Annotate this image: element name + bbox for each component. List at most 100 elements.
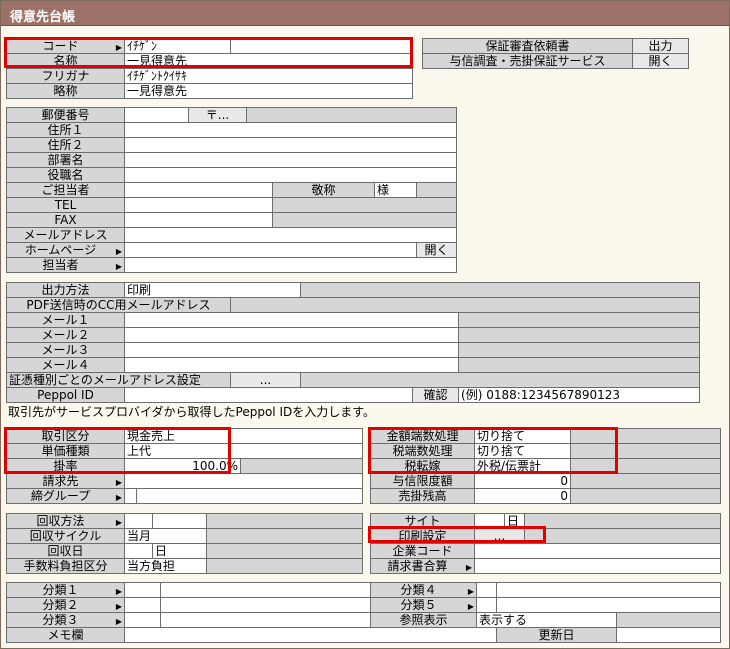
tel-filler bbox=[272, 197, 457, 213]
reference-display-field[interactable]: 表示する bbox=[476, 612, 617, 628]
postal-lookup-button[interactable]: 〒... bbox=[188, 107, 247, 123]
collection-cycle-field[interactable]: 当月 bbox=[124, 528, 207, 544]
amount-rounding-field[interactable]: 切り捨て bbox=[474, 428, 571, 444]
print-setting-label: 印刷設定 bbox=[370, 528, 475, 544]
peppol-confirm-button[interactable]: 確認 bbox=[412, 387, 460, 403]
tax-rounding-field[interactable]: 切り捨て bbox=[474, 443, 571, 459]
mail4-field[interactable] bbox=[123, 357, 460, 373]
receivable-balance-filler bbox=[570, 488, 721, 504]
contact-person-field[interactable] bbox=[124, 182, 273, 198]
mail4-filler bbox=[458, 357, 701, 373]
email-label: メールアドレス bbox=[6, 227, 125, 243]
classification5-label[interactable]: 分類５ ▶ bbox=[370, 597, 477, 613]
guarantee-output-button[interactable]: 出力 bbox=[632, 38, 689, 54]
site-input[interactable] bbox=[474, 513, 505, 529]
mail3-field[interactable] bbox=[123, 342, 460, 358]
trade-table: 取引区分 現金売上 単価種類 上代 掛率 100.0% 請求先 ▶ 締グループ ▶ bbox=[6, 428, 364, 504]
closing-group-code[interactable] bbox=[124, 488, 137, 504]
contact-person-label: ご担当者 bbox=[6, 182, 125, 198]
postal-filler bbox=[246, 107, 457, 123]
credit-limit-label: 与信限度額 bbox=[370, 473, 475, 489]
company-code-field[interactable] bbox=[474, 543, 721, 559]
print-setting-button[interactable]: ... bbox=[474, 528, 525, 544]
fax-field[interactable] bbox=[124, 212, 273, 228]
collection-method-code[interactable] bbox=[124, 513, 153, 529]
collection-day-filler bbox=[206, 543, 363, 559]
invoice-merge-label[interactable]: 請求書合算 ▶ bbox=[370, 558, 475, 574]
classification1-code[interactable] bbox=[124, 582, 161, 598]
rate-field[interactable]: 100.0% bbox=[124, 458, 241, 474]
fax-filler bbox=[272, 212, 457, 228]
closing-group-label[interactable]: 締グループ ▶ bbox=[6, 488, 125, 504]
print-setting-filler bbox=[524, 528, 721, 544]
code-extra-field[interactable] bbox=[230, 38, 413, 54]
credit-survey-open-button[interactable]: 開く bbox=[632, 53, 689, 69]
classification4-label[interactable]: 分類４ ▶ bbox=[370, 582, 477, 598]
address2-field[interactable] bbox=[124, 137, 457, 153]
tel-field[interactable] bbox=[124, 197, 273, 213]
classification4-code[interactable] bbox=[476, 582, 497, 598]
fee-burden-field[interactable]: 当方負担 bbox=[124, 558, 207, 574]
postal-code-field[interactable] bbox=[124, 107, 189, 123]
collection-day-input[interactable] bbox=[124, 543, 153, 559]
collection-method-label[interactable]: 回収方法 ▶ bbox=[6, 513, 125, 529]
classification4-field[interactable] bbox=[496, 582, 721, 598]
code-label[interactable]: コード ▶ bbox=[6, 38, 125, 54]
short-name-field[interactable]: 一見得意先 bbox=[124, 83, 413, 99]
collection-method-field[interactable] bbox=[152, 513, 207, 529]
mail4-label: メール４ bbox=[6, 357, 125, 373]
memo-field[interactable] bbox=[124, 627, 497, 643]
closing-group-field[interactable] bbox=[135, 488, 364, 504]
window-title: 得意先台帳 bbox=[1, 1, 729, 26]
mail2-field[interactable] bbox=[123, 327, 460, 343]
price-type-field[interactable]: 上代 bbox=[123, 443, 364, 459]
staff-field[interactable] bbox=[124, 257, 457, 273]
output-method-field[interactable]: 印刷 bbox=[123, 282, 302, 298]
tax-shift-field[interactable]: 外税/伝票計 bbox=[474, 458, 571, 474]
homepage-field[interactable] bbox=[124, 242, 417, 258]
trade-type-field[interactable]: 現金売上 bbox=[123, 428, 364, 444]
billing-to-field[interactable] bbox=[123, 473, 364, 489]
classification3-field[interactable] bbox=[160, 612, 371, 628]
homepage-open-button[interactable]: 開く bbox=[416, 242, 457, 258]
billing-to-label[interactable]: 請求先 ▶ bbox=[6, 473, 125, 489]
staff-label[interactable]: 担当者 ▶ bbox=[6, 257, 125, 273]
trade-type-label: 取引区分 bbox=[6, 428, 125, 444]
furigana-label: フリガナ bbox=[6, 68, 125, 84]
homepage-label[interactable]: ホームページ ▶ bbox=[6, 242, 125, 258]
classification3-label[interactable]: 分類３ ▶ bbox=[6, 612, 125, 628]
email-field[interactable] bbox=[124, 227, 457, 243]
classification1-label[interactable]: 分類１ ▶ bbox=[6, 582, 125, 598]
company-code-label: 企業コード bbox=[370, 543, 475, 559]
peppol-example: (例) 0188:1234567890123 bbox=[458, 387, 701, 403]
mail1-label: メール１ bbox=[6, 312, 125, 328]
peppol-id-field[interactable] bbox=[123, 387, 414, 403]
department-label: 部署名 bbox=[6, 152, 125, 168]
job-title-field[interactable] bbox=[124, 167, 457, 183]
amount-rounding-label: 金額端数処理 bbox=[370, 428, 475, 444]
collection-day-unit: 日 bbox=[152, 543, 207, 559]
classification2-label[interactable]: 分類２ ▶ bbox=[6, 597, 125, 613]
receivable-balance-field[interactable]: 0 bbox=[474, 488, 571, 504]
credit-limit-field[interactable]: 0 bbox=[474, 473, 571, 489]
classification2-code[interactable] bbox=[124, 597, 161, 613]
classification2-field[interactable] bbox=[160, 597, 371, 613]
furigana-field[interactable]: ｲﾁｹﾞﾝﾄｸｲｻｷ bbox=[124, 68, 413, 84]
honorific-label: 敬称 bbox=[272, 182, 375, 198]
department-field[interactable] bbox=[124, 152, 457, 168]
classification5-code[interactable] bbox=[476, 597, 497, 613]
name-field[interactable]: 一見得意先 bbox=[124, 53, 413, 69]
mail3-filler bbox=[458, 342, 701, 358]
guarantee-table: 保証審査依頼書 出力 与信調査・売掛保証サービス 開く bbox=[422, 38, 689, 69]
code-field[interactable]: ｲﾁｹﾞﾝ bbox=[124, 38, 231, 54]
classification3-code[interactable] bbox=[124, 612, 161, 628]
triangle-right-icon: ▶ bbox=[467, 602, 474, 611]
invoice-merge-field[interactable] bbox=[474, 558, 721, 574]
address1-field[interactable] bbox=[124, 122, 457, 138]
cert-email-setting-button[interactable]: ... bbox=[229, 372, 302, 388]
honorific-field[interactable]: 様 bbox=[374, 182, 417, 198]
classification1-field[interactable] bbox=[160, 582, 371, 598]
mail1-field[interactable] bbox=[123, 312, 460, 328]
collection-cycle-filler bbox=[206, 528, 363, 544]
classification5-field[interactable] bbox=[496, 597, 721, 613]
